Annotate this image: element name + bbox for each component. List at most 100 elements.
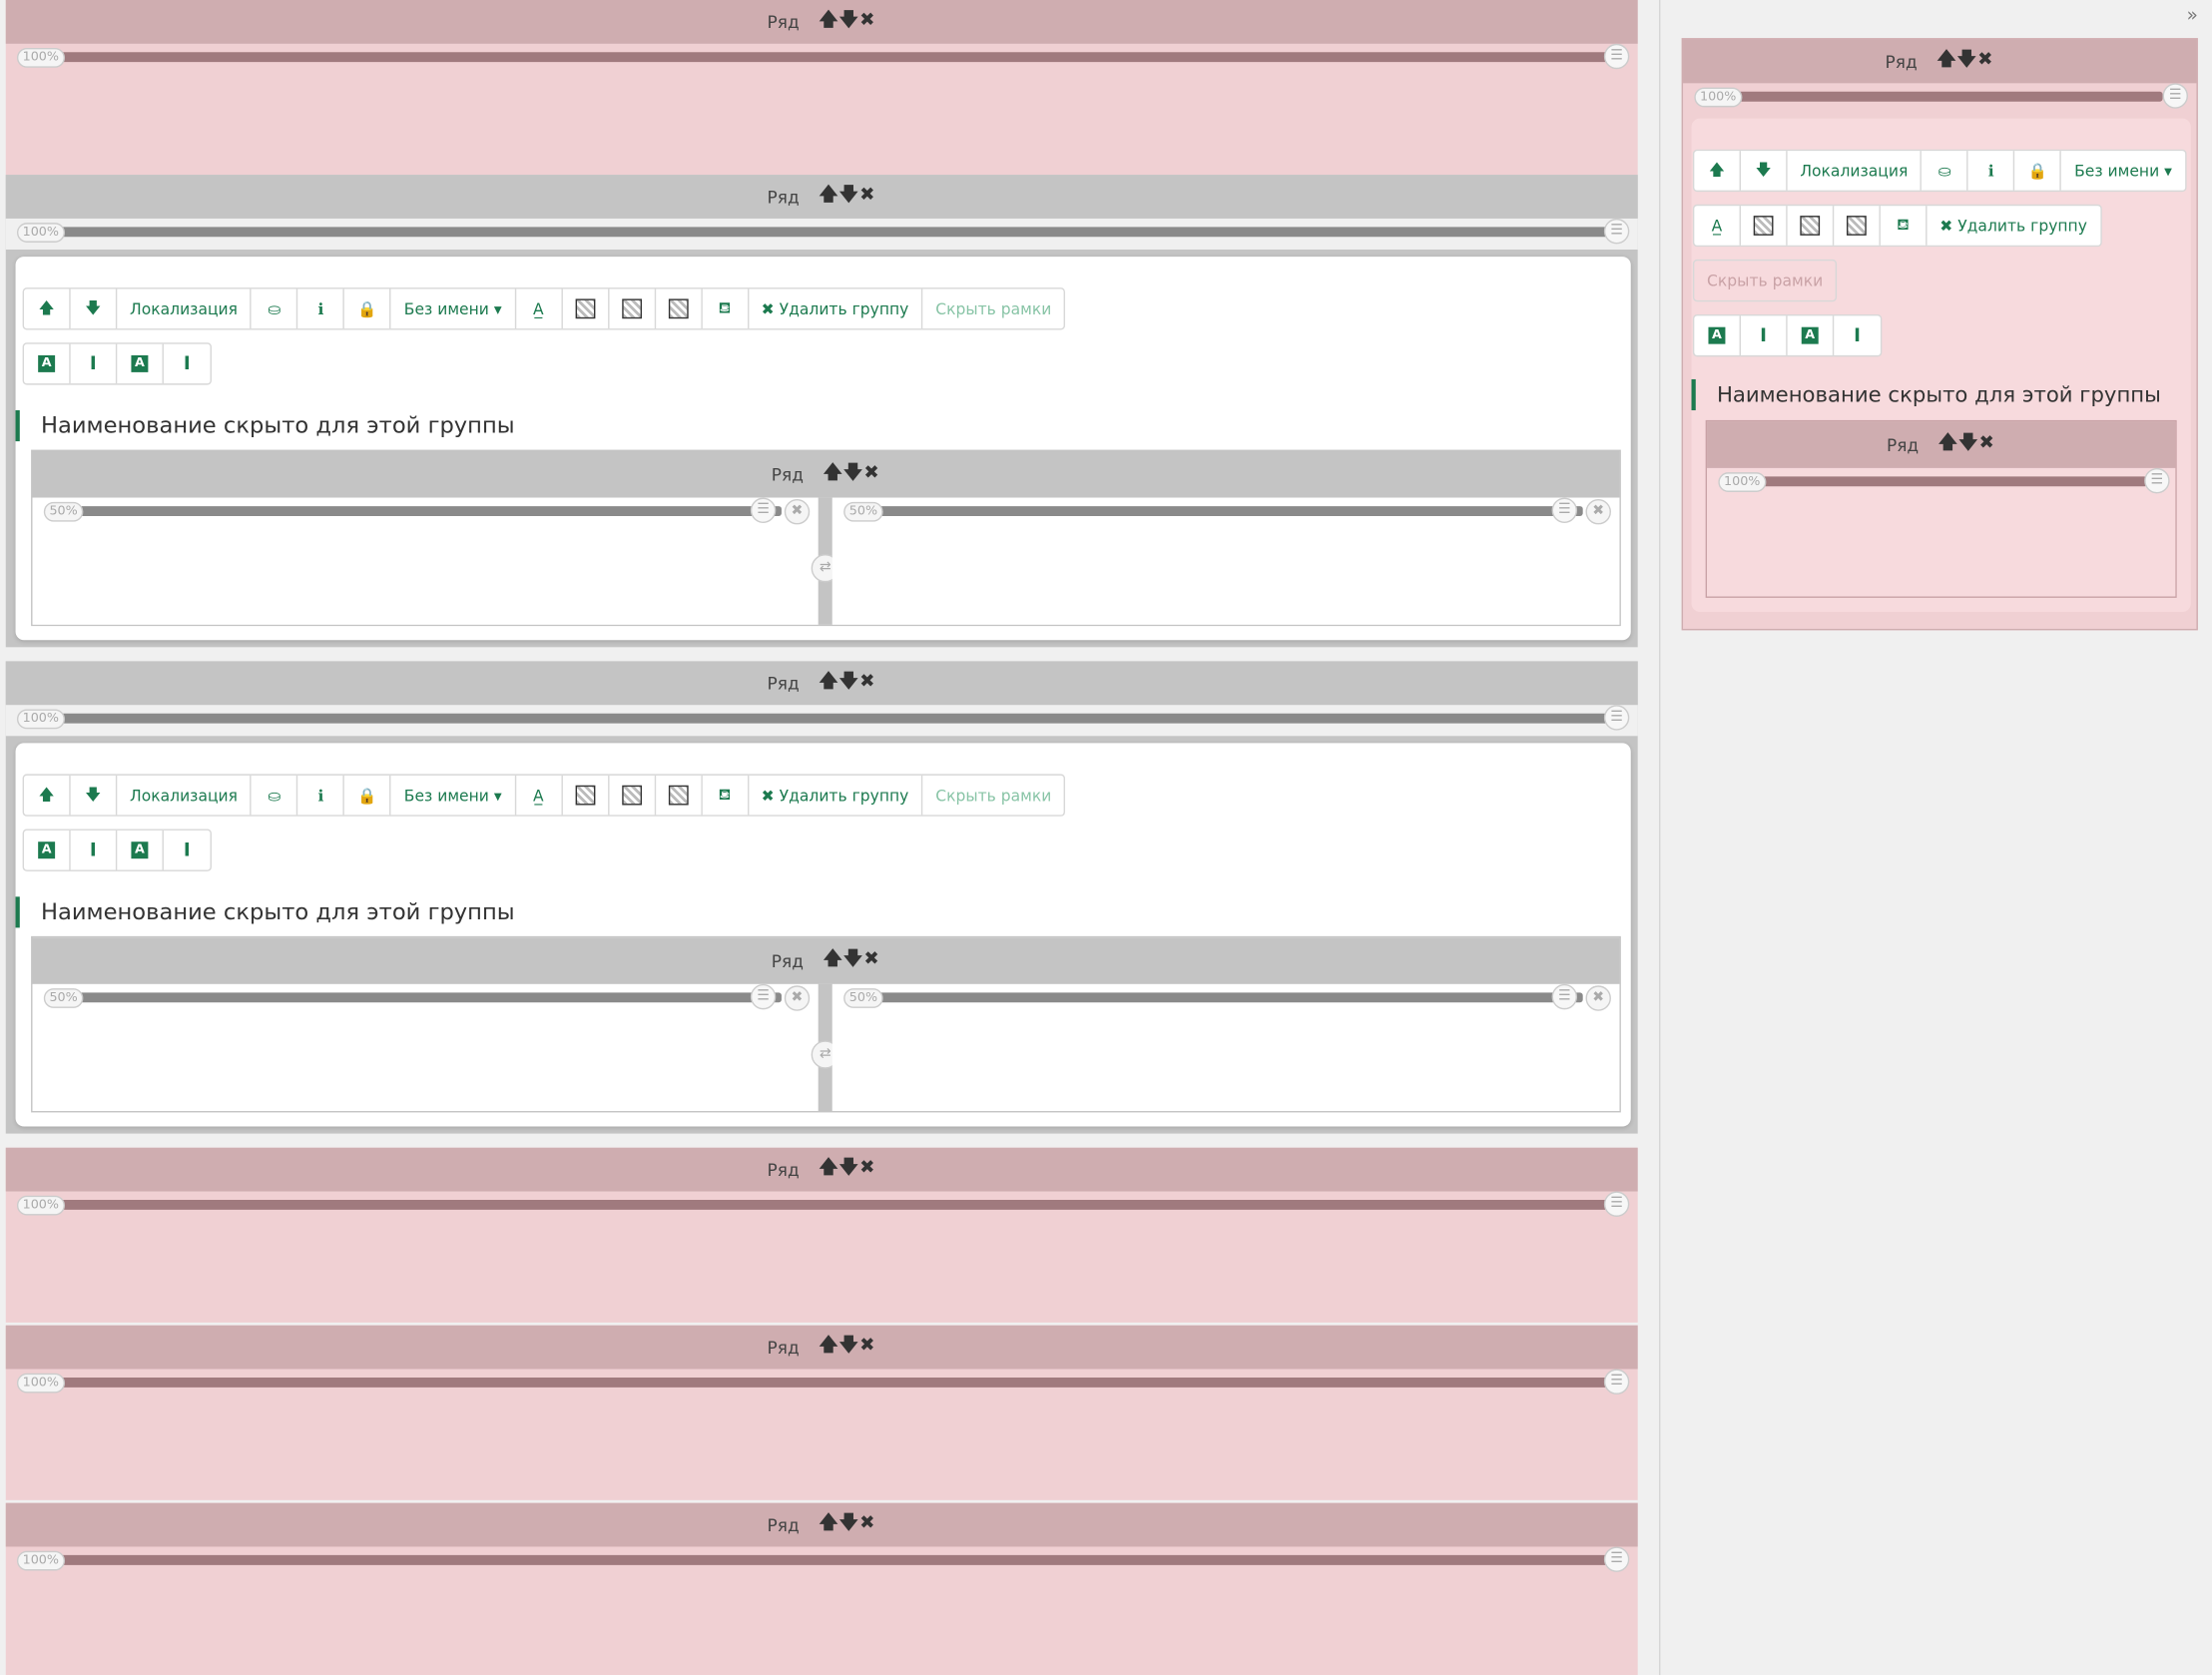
- text-style-button-4[interactable]: I: [164, 344, 211, 384]
- text-style-button-3[interactable]: A: [117, 343, 164, 384]
- border-style-button-1[interactable]: [1741, 206, 1788, 246]
- move-down-button[interactable]: 🡇: [1741, 151, 1788, 191]
- list-icon[interactable]: ☰: [750, 497, 777, 524]
- paint-bucket-icon[interactable]: ⛾: [702, 288, 749, 329]
- border-style-button-1[interactable]: [562, 288, 610, 329]
- close-icon[interactable]: ✖: [1585, 985, 1611, 1011]
- close-icon[interactable]: ✖: [1585, 499, 1611, 525]
- list-icon[interactable]: ☰: [1603, 1191, 1630, 1217]
- row-move-delete-controls[interactable]: 🡅🡇✖: [819, 668, 875, 699]
- localization-button[interactable]: Локализация: [1788, 151, 1923, 191]
- move-up-button[interactable]: 🡅: [24, 775, 71, 816]
- slider-track[interactable]: [48, 1554, 1613, 1565]
- paint-bucket-icon[interactable]: ⛾: [702, 775, 749, 816]
- slider-track[interactable]: [874, 992, 1583, 1003]
- list-icon[interactable]: ☰: [1603, 705, 1630, 731]
- slider-track[interactable]: [74, 506, 782, 516]
- slider-track[interactable]: [874, 506, 1583, 516]
- move-down-button[interactable]: 🡇: [71, 775, 118, 816]
- delete-group-button[interactable]: ✖ Удалить группу: [749, 288, 923, 329]
- text-style-button-2[interactable]: I: [71, 343, 118, 384]
- column-divider[interactable]: ⇄: [811, 497, 839, 625]
- slider-track[interactable]: [74, 992, 782, 1003]
- lock-icon[interactable]: 🔒: [2015, 151, 2062, 191]
- font-color-button[interactable]: A̲: [516, 288, 563, 329]
- paint-bucket-icon[interactable]: ⛾: [1881, 206, 1928, 246]
- text-style-button-1[interactable]: A: [24, 830, 71, 870]
- collapse-sidebar-button[interactable]: »: [2187, 6, 2198, 27]
- border-style-button-1[interactable]: [562, 775, 610, 816]
- slider-track[interactable]: [1749, 476, 2147, 487]
- text-style-button-1[interactable]: A: [24, 343, 71, 384]
- font-color-button[interactable]: A̲: [1694, 206, 1741, 246]
- row-move-delete-controls[interactable]: 🡅🡇✖: [1938, 429, 1995, 460]
- delete-group-button[interactable]: ✖ Удалить группу: [1928, 206, 2100, 246]
- binoculars-icon[interactable]: ⛀: [252, 775, 298, 816]
- border-style-button-3[interactable]: [656, 775, 703, 816]
- info-button[interactable]: ℹ: [1968, 151, 2015, 191]
- binoculars-icon[interactable]: ⛀: [1922, 151, 1969, 191]
- row-move-delete-controls[interactable]: 🡅🡇✖: [819, 6, 875, 37]
- text-style-button-2[interactable]: I: [1741, 315, 1788, 355]
- row-move-delete-controls[interactable]: 🡅🡇✖: [1937, 46, 1994, 77]
- width-slider[interactable]: 100% ☰: [1683, 83, 2196, 111]
- width-slider[interactable]: 100% ☰: [6, 1369, 1638, 1399]
- row-move-delete-controls[interactable]: 🡅🡇✖: [824, 945, 880, 976]
- border-style-button-2[interactable]: [609, 288, 656, 329]
- close-icon[interactable]: ✖: [784, 499, 811, 525]
- lock-icon[interactable]: 🔒: [344, 775, 392, 816]
- hide-frames-button[interactable]: Скрыть рамки: [922, 289, 1064, 329]
- text-style-button-4[interactable]: I: [164, 831, 211, 870]
- list-icon[interactable]: ☰: [1603, 1369, 1630, 1395]
- slider-track[interactable]: [48, 1377, 1613, 1388]
- list-icon[interactable]: ☰: [750, 983, 777, 1010]
- border-style-button-2[interactable]: [1788, 206, 1835, 246]
- move-up-button[interactable]: 🡅: [24, 288, 71, 329]
- text-style-button-3[interactable]: A: [1788, 315, 1835, 355]
- info-button[interactable]: ℹ: [298, 288, 345, 329]
- list-icon[interactable]: ☰: [1603, 43, 1630, 70]
- binoculars-icon[interactable]: ⛀: [252, 288, 298, 329]
- list-icon[interactable]: ☰: [1603, 218, 1630, 245]
- row-move-delete-controls[interactable]: 🡅🡇✖: [824, 459, 880, 490]
- border-style-button-3[interactable]: [1834, 206, 1881, 246]
- slider-track[interactable]: [48, 713, 1613, 724]
- close-icon[interactable]: ✖: [784, 985, 811, 1011]
- hide-frames-button[interactable]: Скрыть рамки: [1694, 261, 1836, 300]
- row-move-delete-controls[interactable]: 🡅🡇✖: [819, 181, 875, 212]
- width-slider[interactable]: 100% ☰: [6, 1191, 1638, 1223]
- row-move-delete-controls[interactable]: 🡅🡇✖: [819, 1154, 875, 1185]
- text-style-button-2[interactable]: I: [71, 830, 118, 870]
- name-dropdown[interactable]: Без имени ▾: [2061, 151, 2184, 191]
- move-up-button[interactable]: 🡅: [1694, 151, 1741, 191]
- name-dropdown[interactable]: Без имени ▾: [391, 775, 516, 816]
- slider-track[interactable]: [1722, 91, 2163, 102]
- row-move-delete-controls[interactable]: 🡅🡇✖: [819, 1509, 875, 1540]
- lock-icon[interactable]: 🔒: [344, 288, 392, 329]
- slider-track[interactable]: [48, 52, 1613, 63]
- list-icon[interactable]: ☰: [1603, 1546, 1630, 1572]
- font-color-button[interactable]: A̲: [516, 775, 563, 816]
- localization-button[interactable]: Локализация: [117, 288, 253, 329]
- list-icon[interactable]: ☰: [1551, 497, 1578, 524]
- hide-frames-button[interactable]: Скрыть рамки: [922, 776, 1064, 816]
- slider-track[interactable]: [48, 227, 1613, 238]
- delete-group-button[interactable]: ✖ Удалить группу: [749, 775, 923, 816]
- text-style-button-4[interactable]: I: [1834, 315, 1881, 355]
- width-slider[interactable]: 100% ☰: [5, 705, 1638, 737]
- width-slider[interactable]: 100% ☰: [6, 43, 1638, 75]
- text-style-button-1[interactable]: A: [1694, 315, 1741, 355]
- list-icon[interactable]: ☰: [2144, 467, 2170, 494]
- slider-track[interactable]: [48, 1199, 1613, 1210]
- list-icon[interactable]: ☰: [2162, 83, 2188, 109]
- text-style-button-3[interactable]: A: [117, 830, 164, 870]
- width-slider[interactable]: 100% ☰: [6, 1546, 1638, 1577]
- localization-button[interactable]: Локализация: [117, 775, 253, 816]
- width-slider[interactable]: 100% ☰: [5, 218, 1638, 251]
- list-icon[interactable]: ☰: [1551, 983, 1578, 1010]
- border-style-button-3[interactable]: [656, 288, 703, 329]
- name-dropdown[interactable]: Без имени ▾: [391, 288, 516, 329]
- row-move-delete-controls[interactable]: 🡅🡇✖: [819, 1332, 875, 1363]
- column-divider[interactable]: ⇄: [811, 983, 839, 1112]
- info-button[interactable]: ℹ: [298, 775, 345, 816]
